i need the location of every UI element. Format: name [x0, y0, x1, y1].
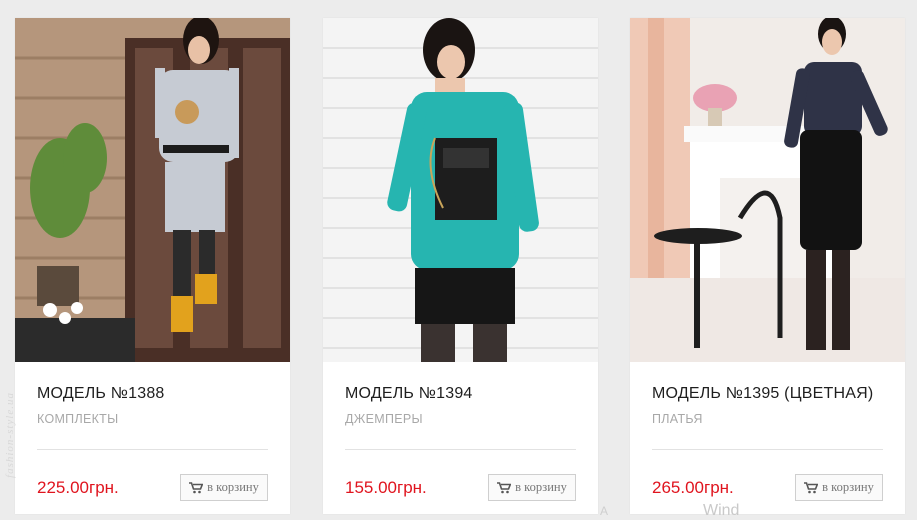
- product-photo[interactable]: [323, 18, 598, 362]
- cart-icon: [804, 481, 819, 494]
- add-to-cart-label: в корзину: [822, 480, 874, 494]
- product-photo[interactable]: [630, 18, 905, 362]
- product-card: МОДЕЛЬ №1395 (ЦВЕТНАЯ) ПЛАТЬЯ 265.00грн.…: [630, 18, 905, 514]
- cart-icon: [189, 481, 204, 494]
- bottom-watermark: Wind: [703, 502, 740, 519]
- divider: [345, 449, 576, 450]
- product-price: 155.00грн.: [345, 478, 427, 497]
- product-category[interactable]: КОМПЛЕКТЫ: [37, 412, 118, 426]
- product-category[interactable]: ПЛАТЬЯ: [652, 412, 703, 426]
- add-to-cart-button[interactable]: в корзину: [795, 474, 883, 501]
- product-card: МОДЕЛЬ №1388 КОМПЛЕКТЫ 225.00грн. в корз…: [15, 18, 290, 514]
- side-watermark: fashion-style.ua: [4, 392, 16, 478]
- product-title[interactable]: МОДЕЛЬ №1394: [345, 385, 473, 403]
- product-photo[interactable]: [15, 18, 290, 362]
- add-to-cart-button[interactable]: в корзину: [488, 474, 576, 501]
- product-price: 225.00грн.: [37, 478, 119, 497]
- bottom-watermark-small: A: [600, 504, 609, 518]
- product-title[interactable]: МОДЕЛЬ №1388: [37, 385, 165, 403]
- cart-icon: [497, 481, 512, 494]
- add-to-cart-label: в корзину: [207, 480, 259, 494]
- add-to-cart-label: в корзину: [515, 480, 567, 494]
- product-title[interactable]: МОДЕЛЬ №1395 (ЦВЕТНАЯ): [652, 385, 873, 403]
- product-category[interactable]: ДЖЕМПЕРЫ: [345, 412, 423, 426]
- product-card: МОДЕЛЬ №1394 ДЖЕМПЕРЫ 155.00грн. в корзи…: [323, 18, 598, 514]
- divider: [37, 449, 268, 450]
- product-grid: МОДЕЛЬ №1388 КОМПЛЕКТЫ 225.00грн. в корз…: [0, 0, 917, 514]
- divider: [652, 449, 883, 450]
- add-to-cart-button[interactable]: в корзину: [180, 474, 268, 501]
- product-price: 265.00грн.: [652, 478, 734, 497]
